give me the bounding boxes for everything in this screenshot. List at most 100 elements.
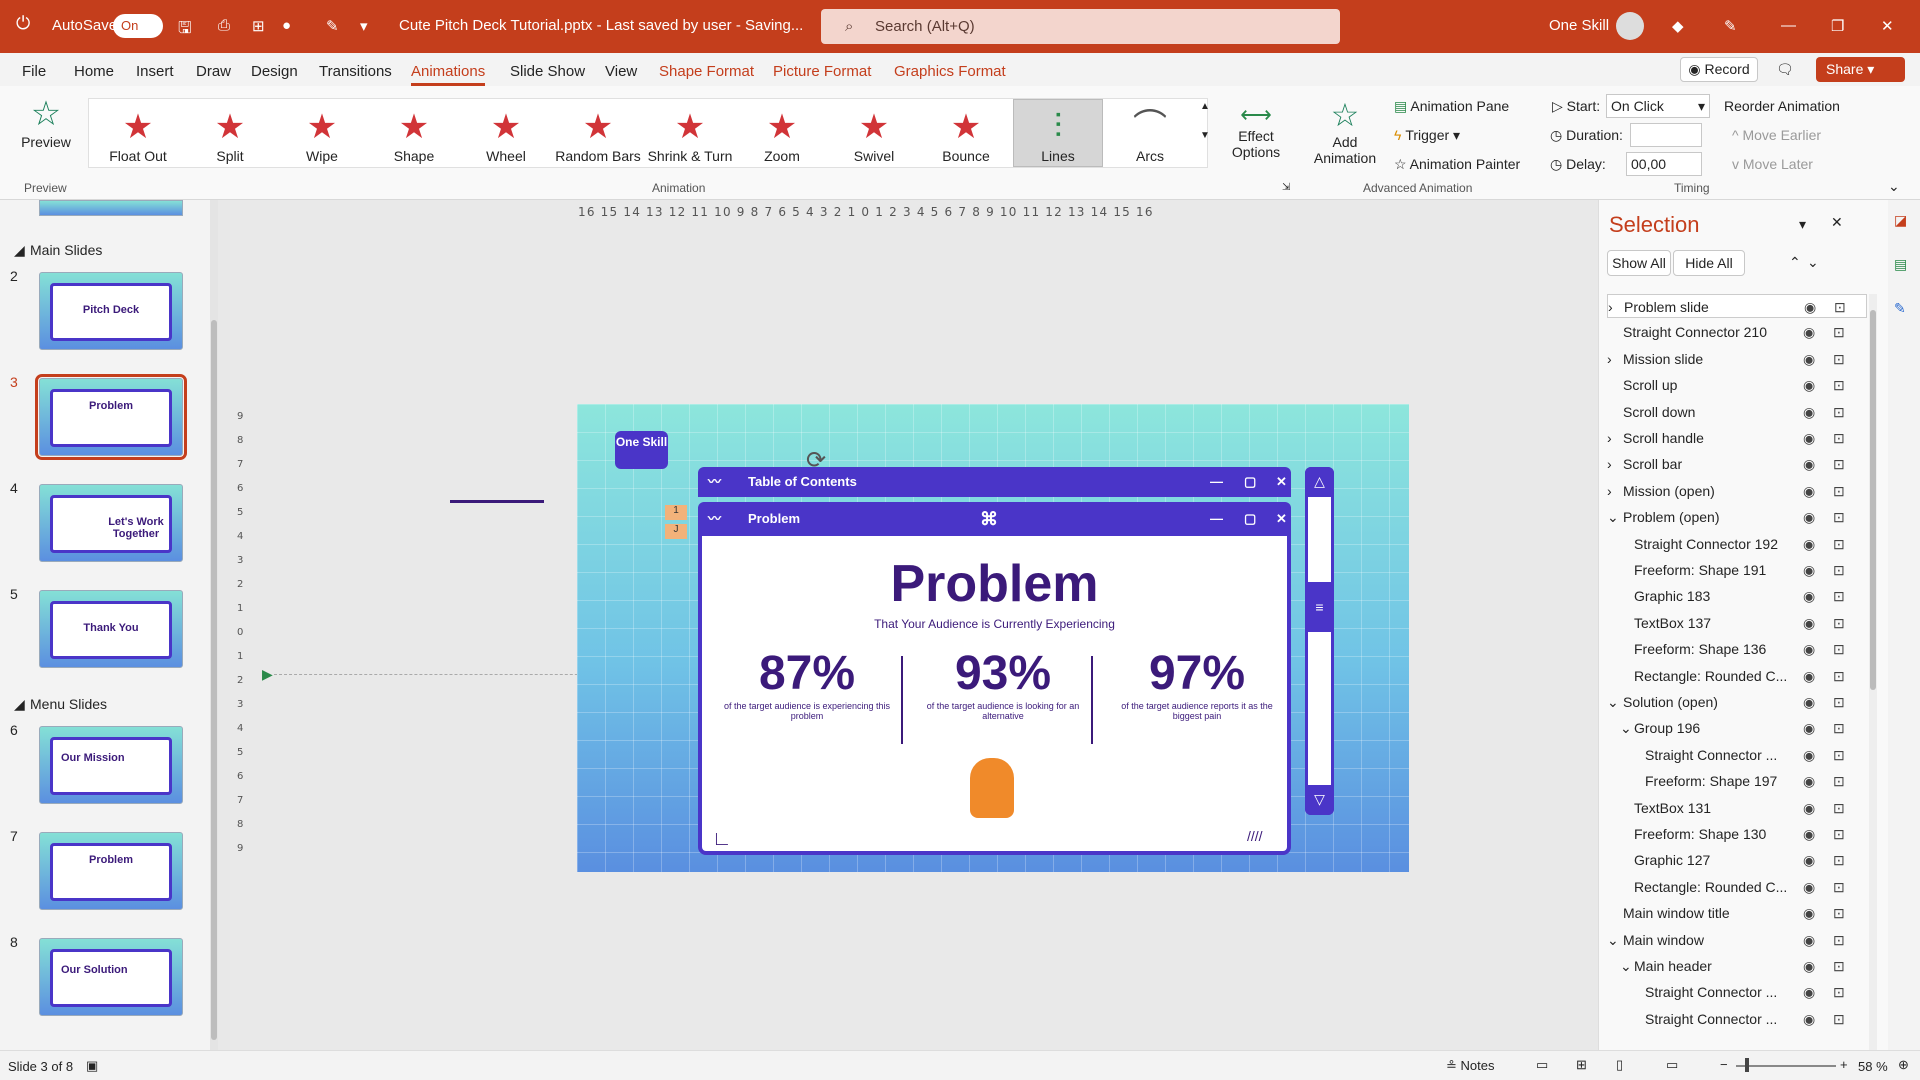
notes-button[interactable]: ≗ Notes xyxy=(1446,1058,1494,1074)
lock-icon[interactable]: ⊡ xyxy=(1833,875,1845,899)
lock-icon[interactable]: ⊡ xyxy=(1833,901,1845,925)
lock-icon[interactable]: ⊡ xyxy=(1833,479,1845,503)
anim-random-bars[interactable]: ★ Random Bars xyxy=(553,106,643,164)
selection-item[interactable]: Scroll up ◉ ⊡ xyxy=(1607,373,1867,397)
maximize-icon[interactable]: ▢ xyxy=(1244,502,1256,536)
selection-item[interactable]: Straight Connector ... ◉ ⊡ xyxy=(1607,980,1867,1004)
send-backward-icon[interactable]: ⌄ xyxy=(1807,254,1819,271)
visibility-eye-icon[interactable]: ◉ xyxy=(1803,690,1815,714)
selection-item[interactable]: Graphic 127 ◉ ⊡ xyxy=(1607,848,1867,872)
visibility-eye-icon[interactable]: ◉ xyxy=(1803,320,1815,344)
slide[interactable]: One Skill 1 J 〰 Table of Contents — ▢ ✕ 〰 Pr… xyxy=(577,404,1409,872)
slide-thumbnail-3-selected[interactable]: Problem xyxy=(35,374,187,460)
lock-icon[interactable]: ⊡ xyxy=(1833,505,1845,529)
add-animation-button[interactable]: ☆ Add Animation xyxy=(1305,96,1385,166)
expanded-chevron-icon[interactable]: ⌄ xyxy=(1607,505,1619,529)
anim-bounce[interactable]: ★ Bounce xyxy=(921,106,1011,164)
lock-icon[interactable]: ⊡ xyxy=(1833,558,1845,582)
pen-edit-icon[interactable]: ✎ xyxy=(1724,17,1737,35)
fit-to-window-icon[interactable]: ⊕ xyxy=(1898,1057,1909,1073)
gallery-scroll-up-icon[interactable]: ▲ xyxy=(1200,101,1210,112)
lock-icon[interactable]: ⊡ xyxy=(1833,716,1845,740)
visibility-eye-icon[interactable]: ◉ xyxy=(1803,505,1815,529)
print-icon[interactable]: ⎙ xyxy=(218,17,230,34)
menu-picture-format[interactable]: Picture Format xyxy=(773,63,871,80)
main-section-title[interactable]: Main Slides xyxy=(30,242,102,258)
problem-window[interactable]: 〰 Problem ⌘ — ▢ ✕ Problem That Your Audienc… xyxy=(698,502,1291,855)
show-all-button[interactable]: Show All xyxy=(1607,250,1671,276)
collapsed-chevron-icon[interactable]: › xyxy=(1607,479,1612,503)
scroll-down-icon[interactable]: ▽ xyxy=(1305,785,1334,815)
visibility-eye-icon[interactable]: ◉ xyxy=(1803,532,1815,556)
lock-icon[interactable]: ⊡ xyxy=(1833,532,1845,556)
slideshow-view-icon[interactable]: ▭ xyxy=(1666,1057,1678,1073)
selection-scroll-handle[interactable] xyxy=(1870,310,1876,690)
expanded-chevron-icon[interactable]: ⌄ xyxy=(1620,954,1632,978)
selection-item[interactable]: › Problem slide ◉ ⊡ xyxy=(1607,294,1867,318)
scroll-bar[interactable]: △ ≡ ▽ xyxy=(1305,467,1334,815)
selection-item[interactable]: Freeform: Shape 136 ◉ ⊡ xyxy=(1607,637,1867,661)
selection-item[interactable]: › Scroll bar ◉ ⊡ xyxy=(1607,452,1867,476)
slide-sorter-icon[interactable]: ⊞ xyxy=(1576,1057,1587,1073)
visibility-eye-icon[interactable]: ◉ xyxy=(1803,716,1815,740)
selection-item[interactable]: Rectangle: Rounded C... ◉ ⊡ xyxy=(1607,664,1867,688)
menu-shape-format[interactable]: Shape Format xyxy=(659,63,754,80)
menu-draw[interactable]: Draw xyxy=(196,63,231,80)
collapsed-chevron-icon[interactable]: › xyxy=(1607,347,1612,371)
selection-item[interactable]: › Mission slide ◉ ⊡ xyxy=(1607,347,1867,371)
selection-item[interactable]: Freeform: Shape 130 ◉ ⊡ xyxy=(1607,822,1867,846)
lock-icon[interactable]: ⊡ xyxy=(1833,347,1845,371)
animation-painter-button[interactable]: ☆ Animation Painter xyxy=(1394,156,1520,173)
menu-design[interactable]: Design xyxy=(251,63,298,80)
selection-item[interactable]: Straight Connector 210 ◉ ⊡ xyxy=(1607,320,1867,344)
menu-graphics-format[interactable]: Graphics Format xyxy=(894,63,1006,80)
problem-window-header[interactable]: 〰 Problem ⌘ — ▢ ✕ xyxy=(698,502,1291,536)
pen-icon[interactable]: ✎ xyxy=(326,17,339,35)
preview-button[interactable]: ☆ Preview xyxy=(16,94,76,150)
record-icon[interactable]: ● xyxy=(282,17,291,34)
document-title[interactable]: Cute Pitch Deck Tutorial.pptx - Last sav… xyxy=(399,17,803,34)
visibility-eye-icon[interactable]: ◉ xyxy=(1803,373,1815,397)
lock-icon[interactable]: ⊡ xyxy=(1833,664,1845,688)
visibility-eye-icon[interactable]: ◉ xyxy=(1803,822,1815,846)
pane-options-icon[interactable]: ▾ xyxy=(1799,216,1806,233)
lock-icon[interactable]: ⊡ xyxy=(1833,452,1845,476)
connector-line-offslide[interactable] xyxy=(450,500,544,503)
delay-input[interactable]: 00,00 xyxy=(1626,152,1702,176)
selection-item[interactable]: TextBox 137 ◉ ⊡ xyxy=(1607,611,1867,635)
autosave-toggle[interactable]: On xyxy=(113,14,163,38)
close-icon[interactable]: ✕ xyxy=(1276,502,1287,536)
lock-icon[interactable]: ⊡ xyxy=(1833,954,1845,978)
zoom-out-icon[interactable]: − xyxy=(1720,1057,1728,1072)
slide-thumbnail-2[interactable]: Pitch Deck xyxy=(39,272,183,350)
close-pane-icon[interactable]: ✕ xyxy=(1831,214,1843,231)
gallery-scroll-down-icon[interactable]: ▼ xyxy=(1200,130,1210,141)
selection-item[interactable]: Scroll down ◉ ⊡ xyxy=(1607,400,1867,424)
animation-dialog-launcher-icon[interactable]: ⇲ xyxy=(1282,182,1290,193)
restore-icon[interactable]: ❐ xyxy=(1831,17,1844,35)
minimize-icon[interactable]: — xyxy=(1781,17,1796,34)
lock-icon[interactable]: ⊡ xyxy=(1833,690,1845,714)
record-button[interactable]: ◉ Record xyxy=(1680,57,1758,82)
trigger-button[interactable]: ϟ Trigger ▾ xyxy=(1394,127,1460,144)
visibility-eye-icon[interactable]: ◉ xyxy=(1803,875,1815,899)
selection-pane-toggle-icon[interactable]: ◪ xyxy=(1894,212,1907,229)
selection-item[interactable]: Main window title ◉ ⊡ xyxy=(1607,901,1867,925)
visibility-eye-icon[interactable]: ◉ xyxy=(1803,928,1815,952)
visibility-eye-icon[interactable]: ◉ xyxy=(1803,1007,1815,1031)
close-window-icon[interactable]: ✕ xyxy=(1881,17,1894,35)
lock-icon[interactable]: ⊡ xyxy=(1833,637,1845,661)
comments-icon[interactable]: 🗨 xyxy=(1776,61,1794,78)
menu-insert[interactable]: Insert xyxy=(136,63,174,80)
move-earlier-button[interactable]: ^ Move Earlier xyxy=(1732,127,1821,143)
effect-options-button[interactable]: ⟷ Effect Options xyxy=(1226,102,1286,160)
visibility-eye-icon[interactable]: ◉ xyxy=(1803,347,1815,371)
move-later-button[interactable]: v Move Later xyxy=(1732,156,1813,172)
minimize-icon[interactable]: — xyxy=(1210,502,1223,536)
menu-view[interactable]: View xyxy=(605,63,637,80)
lock-icon[interactable]: ⊡ xyxy=(1833,1007,1845,1031)
visibility-eye-icon[interactable]: ◉ xyxy=(1803,637,1815,661)
close-icon[interactable]: ✕ xyxy=(1276,467,1287,497)
collapse-section-icon[interactable]: ◢ xyxy=(14,242,25,259)
toc-window-header[interactable]: 〰 Table of Contents — ▢ ✕ xyxy=(698,467,1291,497)
